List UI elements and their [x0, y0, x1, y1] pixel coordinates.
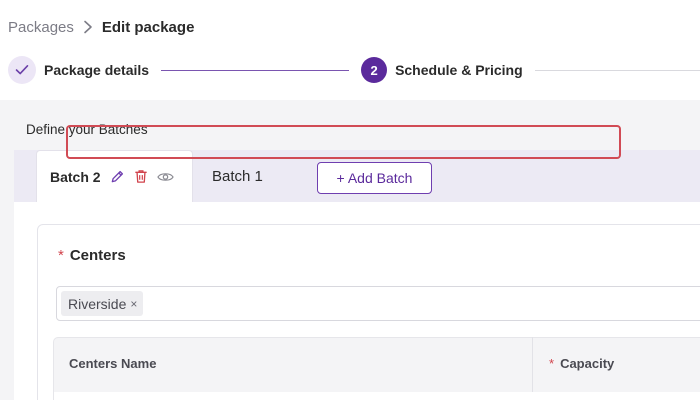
- column-header-centers-name: Centers Name: [69, 356, 157, 371]
- delete-icon[interactable]: [134, 169, 148, 184]
- column-divider: [532, 337, 533, 392]
- stepper: Package details 2 Schedule & Pricing: [8, 56, 700, 84]
- step-connector-pending: [534, 69, 700, 71]
- check-icon: [15, 65, 29, 75]
- step-label-schedule-pricing[interactable]: Schedule & Pricing: [395, 62, 523, 78]
- step-connector: [161, 69, 350, 71]
- breadcrumb-packages-link[interactable]: Packages: [8, 19, 74, 36]
- step-completed-indicator[interactable]: [8, 56, 36, 84]
- centers-multiselect[interactable]: [56, 286, 700, 321]
- tab-batch-2-label: Batch 2: [50, 168, 101, 185]
- tab-batch-1[interactable]: Batch 1: [212, 168, 263, 185]
- step-active-indicator[interactable]: 2: [361, 57, 388, 83]
- chip-label: Riverside: [68, 295, 127, 312]
- edit-icon[interactable]: [110, 169, 125, 184]
- breadcrumb-current: Edit package: [101, 18, 195, 36]
- add-batch-button[interactable]: + Add Batch: [317, 162, 432, 194]
- step-label-package-details[interactable]: Package details: [44, 62, 149, 78]
- eye-icon[interactable]: [156, 171, 174, 183]
- page-header: Packages Edit package Package details 2 …: [0, 0, 700, 100]
- centers-label-text: Centers: [69, 247, 126, 264]
- column-header-capacity-label: Capacity: [560, 356, 615, 371]
- required-asterisk: *: [549, 356, 555, 371]
- centers-label: * Centers: [58, 247, 126, 264]
- tab-batch-2[interactable]: Batch 2: [36, 150, 193, 202]
- chip-remove-icon[interactable]: ×: [130, 297, 137, 311]
- centers-table-body: [53, 392, 700, 400]
- column-header-capacity: * Capacity: [549, 356, 614, 371]
- required-asterisk: *: [58, 247, 64, 264]
- selected-center-chip: Riverside ×: [61, 291, 144, 316]
- chevron-right-icon: [83, 20, 93, 34]
- breadcrumb: Packages Edit package: [8, 17, 194, 37]
- section-title: Define your Batches: [26, 122, 148, 137]
